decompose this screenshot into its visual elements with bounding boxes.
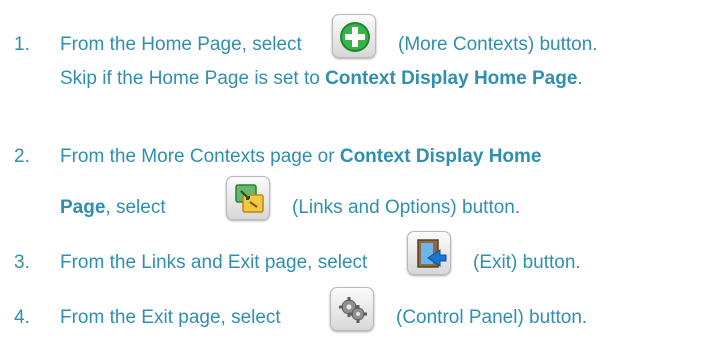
links-options-icon xyxy=(235,184,264,213)
context-display-home-label: Context Display Home xyxy=(339,146,542,167)
step-2-line2-after: (Links and Options) button. xyxy=(292,197,521,218)
step-number: 1. xyxy=(14,34,30,55)
control-panel-button-icon[interactable] xyxy=(330,287,374,331)
step-1-text-after: (More Contexts) button. xyxy=(398,34,598,55)
links-options-button-icon[interactable] xyxy=(226,176,270,220)
step-3-text-before: From the Links and Exit page, select xyxy=(60,252,368,273)
step-number: 4. xyxy=(14,307,30,328)
step-4-text-before: From the Exit page, select xyxy=(60,307,281,328)
exit-button-icon[interactable] xyxy=(407,231,451,275)
step-4-text-after: (Control Panel) button. xyxy=(396,307,588,328)
green-plus-icon xyxy=(340,22,370,52)
step-1-text-line2: Skip if the Home Page is set to Context … xyxy=(60,68,583,90)
step-3-text-after: (Exit) button. xyxy=(473,252,581,273)
gears-icon xyxy=(339,297,367,323)
step-2-line1-prefix: From the More Contexts page or xyxy=(60,146,340,167)
step-2-line2-middle: , select xyxy=(105,197,166,218)
context-display-home-page-label: Context Display Home Page xyxy=(325,68,578,89)
step-2-line2-start: Page, select xyxy=(60,197,166,219)
more-contexts-button-icon[interactable] xyxy=(332,14,376,58)
exit-door-icon xyxy=(417,239,447,268)
step-1-line2-suffix: . xyxy=(577,68,583,89)
step-number: 2. xyxy=(14,146,30,167)
step-1-line2-prefix: Skip if the Home Page is set to xyxy=(60,68,326,89)
step-number: 3. xyxy=(14,252,30,273)
step-2-line1: From the More Contexts page or Context D… xyxy=(60,146,542,168)
step-1-text-before: From the Home Page, select xyxy=(60,34,302,55)
page-label: Page xyxy=(60,197,106,218)
